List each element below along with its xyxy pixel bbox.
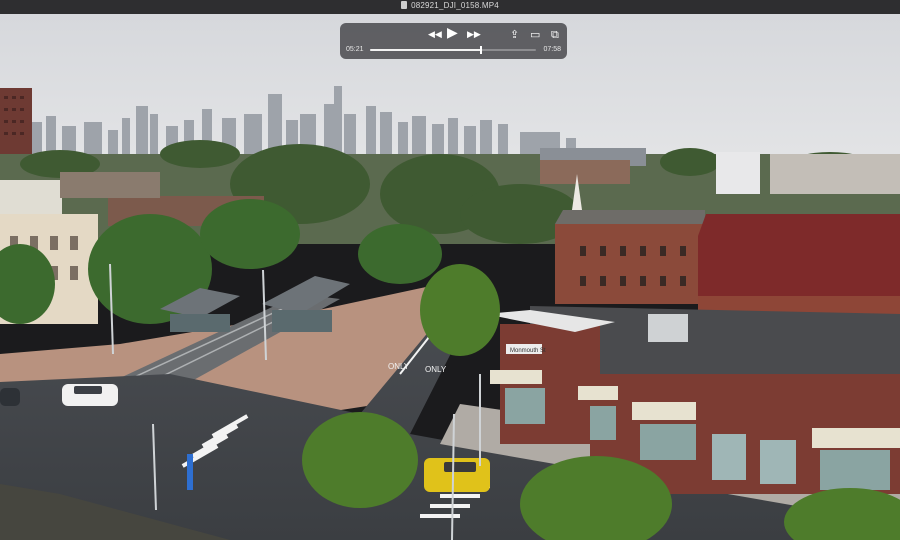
- picture-in-picture-icon[interactable]: ⧉: [551, 29, 559, 41]
- playback-controls: ◀◀ ▶ ▶▶ ⇪ ▭ ⧉ 05:21 07:58: [340, 23, 567, 59]
- white-building: [716, 152, 760, 194]
- scrub-progress: [370, 49, 482, 51]
- rewind-icon[interactable]: ◀◀: [428, 28, 442, 40]
- station-sign: Monmouth St: [510, 348, 546, 354]
- road-marking-right: ONLY: [425, 365, 447, 374]
- share-icon[interactable]: ⇪: [510, 29, 519, 41]
- window-title: 082921_DJI_0158.MP4: [0, 1, 900, 10]
- dark-car: [0, 388, 20, 406]
- scrub-bar[interactable]: [370, 46, 536, 54]
- current-time: 05:21: [346, 46, 364, 53]
- red-roof: [698, 214, 900, 296]
- movie-file-icon: [401, 1, 408, 9]
- play-icon[interactable]: ▶: [447, 25, 458, 39]
- window-title-text: 082921_DJI_0158.MP4: [411, 1, 499, 10]
- airplay-icon[interactable]: ▭: [530, 29, 540, 41]
- scrub-handle[interactable]: [480, 46, 483, 54]
- fast-forward-icon[interactable]: ▶▶: [467, 28, 481, 40]
- road-marking-left: ONLY: [388, 362, 410, 371]
- video-frame: ONLY ONLY Monmouth St: [0, 14, 900, 540]
- window-titlebar: 082921_DJI_0158.MP4: [0, 0, 900, 15]
- blue-sign-post: [187, 454, 193, 490]
- duration: 07:58: [543, 46, 561, 53]
- brick-church-building: [555, 224, 705, 304]
